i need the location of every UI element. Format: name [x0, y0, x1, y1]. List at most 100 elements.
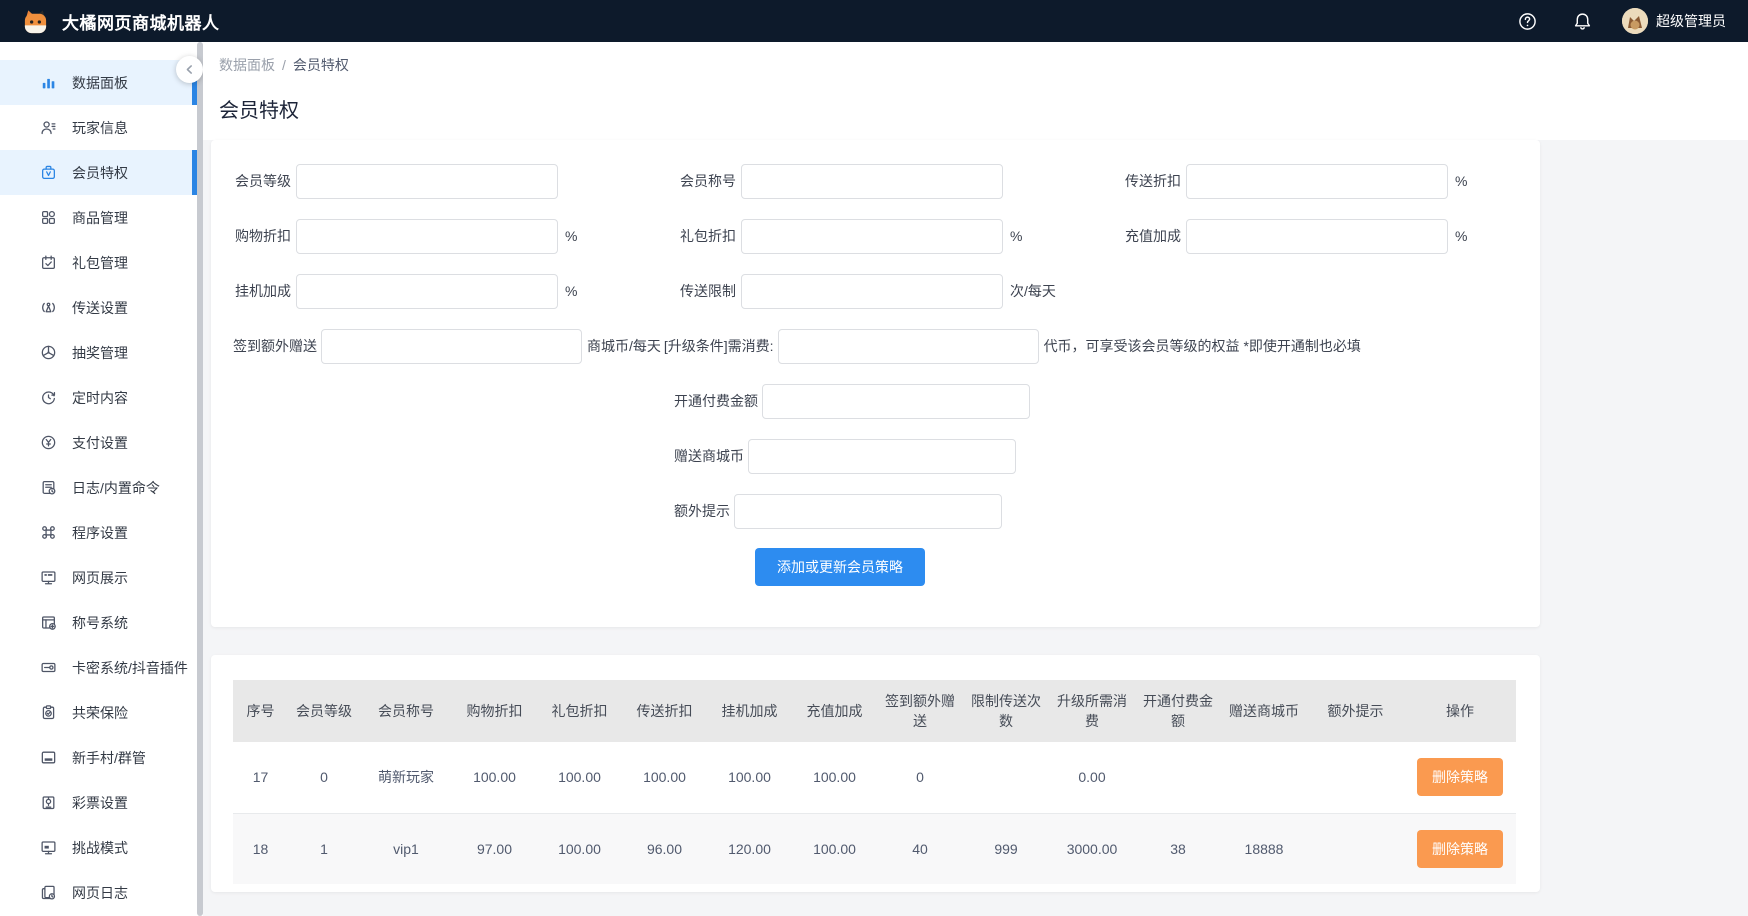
- scheduled-content-icon: [40, 389, 57, 406]
- table-row: 170萌新玩家100.00100.00100.00100.00100.0000.…: [233, 742, 1516, 813]
- sidebar-item-web-display[interactable]: 网页展示: [0, 555, 197, 600]
- form-input[interactable]: [741, 164, 1003, 199]
- sidebar-item-program-settings[interactable]: 程序设置: [0, 510, 197, 555]
- form-input[interactable]: [296, 164, 558, 199]
- table-header-cell: 操作: [1404, 680, 1516, 742]
- form-field: 赠送商城币: [674, 438, 1540, 474]
- form-input[interactable]: [741, 219, 1003, 254]
- table-cell: 120.00: [707, 813, 792, 884]
- field-label: 挂机加成: [233, 281, 291, 301]
- sidebar-item-log-command[interactable]: 日志/内置命令: [0, 465, 197, 510]
- form-input[interactable]: [321, 329, 582, 364]
- sidebar-item-label: 定时内容: [72, 388, 128, 408]
- table-cell: 17: [233, 742, 288, 813]
- sidebar-item-lottery-manage[interactable]: 抽奖管理: [0, 330, 197, 375]
- table-header-cell: 签到额外赠送: [877, 680, 963, 742]
- form-field: 额外提示: [674, 493, 1540, 529]
- sidebar-item-newbie-group[interactable]: 新手村/群管: [0, 735, 197, 780]
- sidebar-item-label: 共荣保险: [72, 703, 128, 723]
- field-label: 充值加成: [1123, 226, 1181, 246]
- sidebar-item-label: 商品管理: [72, 208, 128, 228]
- sidebar: 数据面板玩家信息会员特权商品管理礼包管理传送设置抽奖管理定时内容支付设置日志/内…: [0, 42, 203, 916]
- sidebar-item-goods-manage[interactable]: 商品管理: [0, 195, 197, 240]
- sidebar-item-teleport-settings[interactable]: 传送设置: [0, 285, 197, 330]
- sidebar-item-label: 支付设置: [72, 433, 128, 453]
- sidebar-scrollbar[interactable]: [197, 42, 203, 916]
- table-header-cell: 会员等级: [288, 680, 360, 742]
- delete-policy-button[interactable]: 删除策略: [1417, 758, 1503, 796]
- content: 会员等级会员称号传送折扣%购物折扣%礼包折扣%充值加成%挂机加成%传送限制次/每…: [203, 140, 1748, 892]
- table-cell: [1221, 742, 1307, 813]
- table-header-cell: 礼包折扣: [537, 680, 622, 742]
- table-cell: 0.00: [1049, 742, 1135, 813]
- table-cell: 0: [877, 742, 963, 813]
- sidebar-item-challenge-mode[interactable]: 挑战模式: [0, 825, 197, 870]
- sidebar-item-label: 玩家信息: [72, 118, 128, 138]
- table-header-cell: 升级所需消费: [1049, 680, 1135, 742]
- form-field: 传送折扣%: [1123, 163, 1568, 199]
- form-input[interactable]: [296, 274, 558, 309]
- sidebar-item-label: 称号系统: [72, 613, 128, 633]
- add-update-policy-button[interactable]: 添加或更新会员策略: [755, 548, 925, 586]
- member-policy-table-card: 序号会员等级会员称号购物折扣礼包折扣传送折扣挂机加成充值加成签到额外赠送限制传送…: [211, 655, 1540, 892]
- form-input[interactable]: [778, 329, 1039, 364]
- delete-policy-button[interactable]: 删除策略: [1417, 830, 1503, 868]
- sidebar-item-insurance[interactable]: 共荣保险: [0, 690, 197, 735]
- breadcrumb-item: 会员特权: [293, 57, 349, 73]
- newbie-group-icon: [40, 749, 57, 766]
- lottery-ticket-icon: [40, 794, 57, 811]
- table-cell: 100.00: [622, 742, 707, 813]
- help-button[interactable]: [1518, 12, 1537, 31]
- form-field: [1123, 273, 1568, 309]
- field-suffix: 代币，可享受该会员等级的权益 *即使开通制也必填: [1044, 336, 1361, 356]
- form-input[interactable]: [748, 439, 1016, 474]
- sidebar-item-label: 网页展示: [72, 568, 128, 588]
- sidebar-item-payment-settings[interactable]: 支付设置: [0, 420, 197, 465]
- table-cell: 3000.00: [1049, 813, 1135, 884]
- form-input[interactable]: [296, 219, 558, 254]
- table-cell: 100.00: [537, 742, 622, 813]
- table-body: 170萌新玩家100.00100.00100.00100.00100.0000.…: [233, 742, 1516, 884]
- sidebar-item-gift-manage[interactable]: 礼包管理: [0, 240, 197, 285]
- sidebar-item-label: 传送设置: [72, 298, 128, 318]
- form-input[interactable]: [1186, 219, 1448, 254]
- table-action-cell: 删除策略: [1404, 813, 1516, 884]
- sidebar-item-scheduled-content[interactable]: 定时内容: [0, 375, 197, 420]
- sidebar-item-web-log[interactable]: 网页日志: [0, 870, 197, 915]
- app-logo-icon: [22, 8, 49, 35]
- table-header-cell: 赠送商城币: [1221, 680, 1307, 742]
- form-input[interactable]: [734, 494, 1002, 529]
- table-cell: 1: [288, 813, 360, 884]
- field-label: 购物折扣: [233, 226, 291, 246]
- sidebar-item-title-system[interactable]: 称号系统: [0, 600, 197, 645]
- sidebar-item-vip-privilege[interactable]: 会员特权: [0, 150, 197, 195]
- form-grid: 会员等级会员称号传送折扣%购物折扣%礼包折扣%充值加成%挂机加成%传送限制次/每…: [233, 163, 1540, 309]
- breadcrumb-item[interactable]: 数据面板: [219, 57, 275, 73]
- field-suffix: %: [565, 228, 577, 244]
- sidebar-item-label: 会员特权: [72, 163, 128, 183]
- sidebar-item-dashboard[interactable]: 数据面板: [0, 60, 197, 105]
- field-suffix: 商城币/每天: [587, 336, 661, 356]
- table-header-cell: 开通付费金额: [1135, 680, 1221, 742]
- table-cell: vip1: [360, 813, 452, 884]
- payment-settings-icon: [40, 434, 57, 451]
- form-input[interactable]: [741, 274, 1003, 309]
- sidebar-collapse-button[interactable]: [176, 56, 203, 83]
- form-input[interactable]: [1186, 164, 1448, 199]
- table-header-row: 序号会员等级会员称号购物折扣礼包折扣传送折扣挂机加成充值加成签到额外赠送限制传送…: [233, 680, 1516, 742]
- avatar: [1622, 8, 1648, 34]
- page-title: 会员特权: [219, 97, 1748, 125]
- table-row: 181vip197.00100.0096.00120.00100.0040999…: [233, 813, 1516, 884]
- form-input[interactable]: [762, 384, 1030, 419]
- web-display-icon: [40, 569, 57, 586]
- vip-privilege-icon: [40, 164, 57, 181]
- notifications-button[interactable]: [1573, 12, 1592, 31]
- sidebar-item-lottery-ticket[interactable]: 彩票设置: [0, 780, 197, 825]
- sidebar-item-label: 彩票设置: [72, 793, 128, 813]
- form-field: 礼包折扣%: [678, 218, 1123, 254]
- sidebar-item-card-key[interactable]: 卡密系统/抖音插件: [0, 645, 197, 690]
- user-menu[interactable]: 超级管理员: [1622, 8, 1726, 34]
- form-field: 开通付费金额: [674, 383, 1540, 419]
- sidebar-item-player-info[interactable]: 玩家信息: [0, 105, 197, 150]
- lottery-manage-icon: [40, 344, 57, 361]
